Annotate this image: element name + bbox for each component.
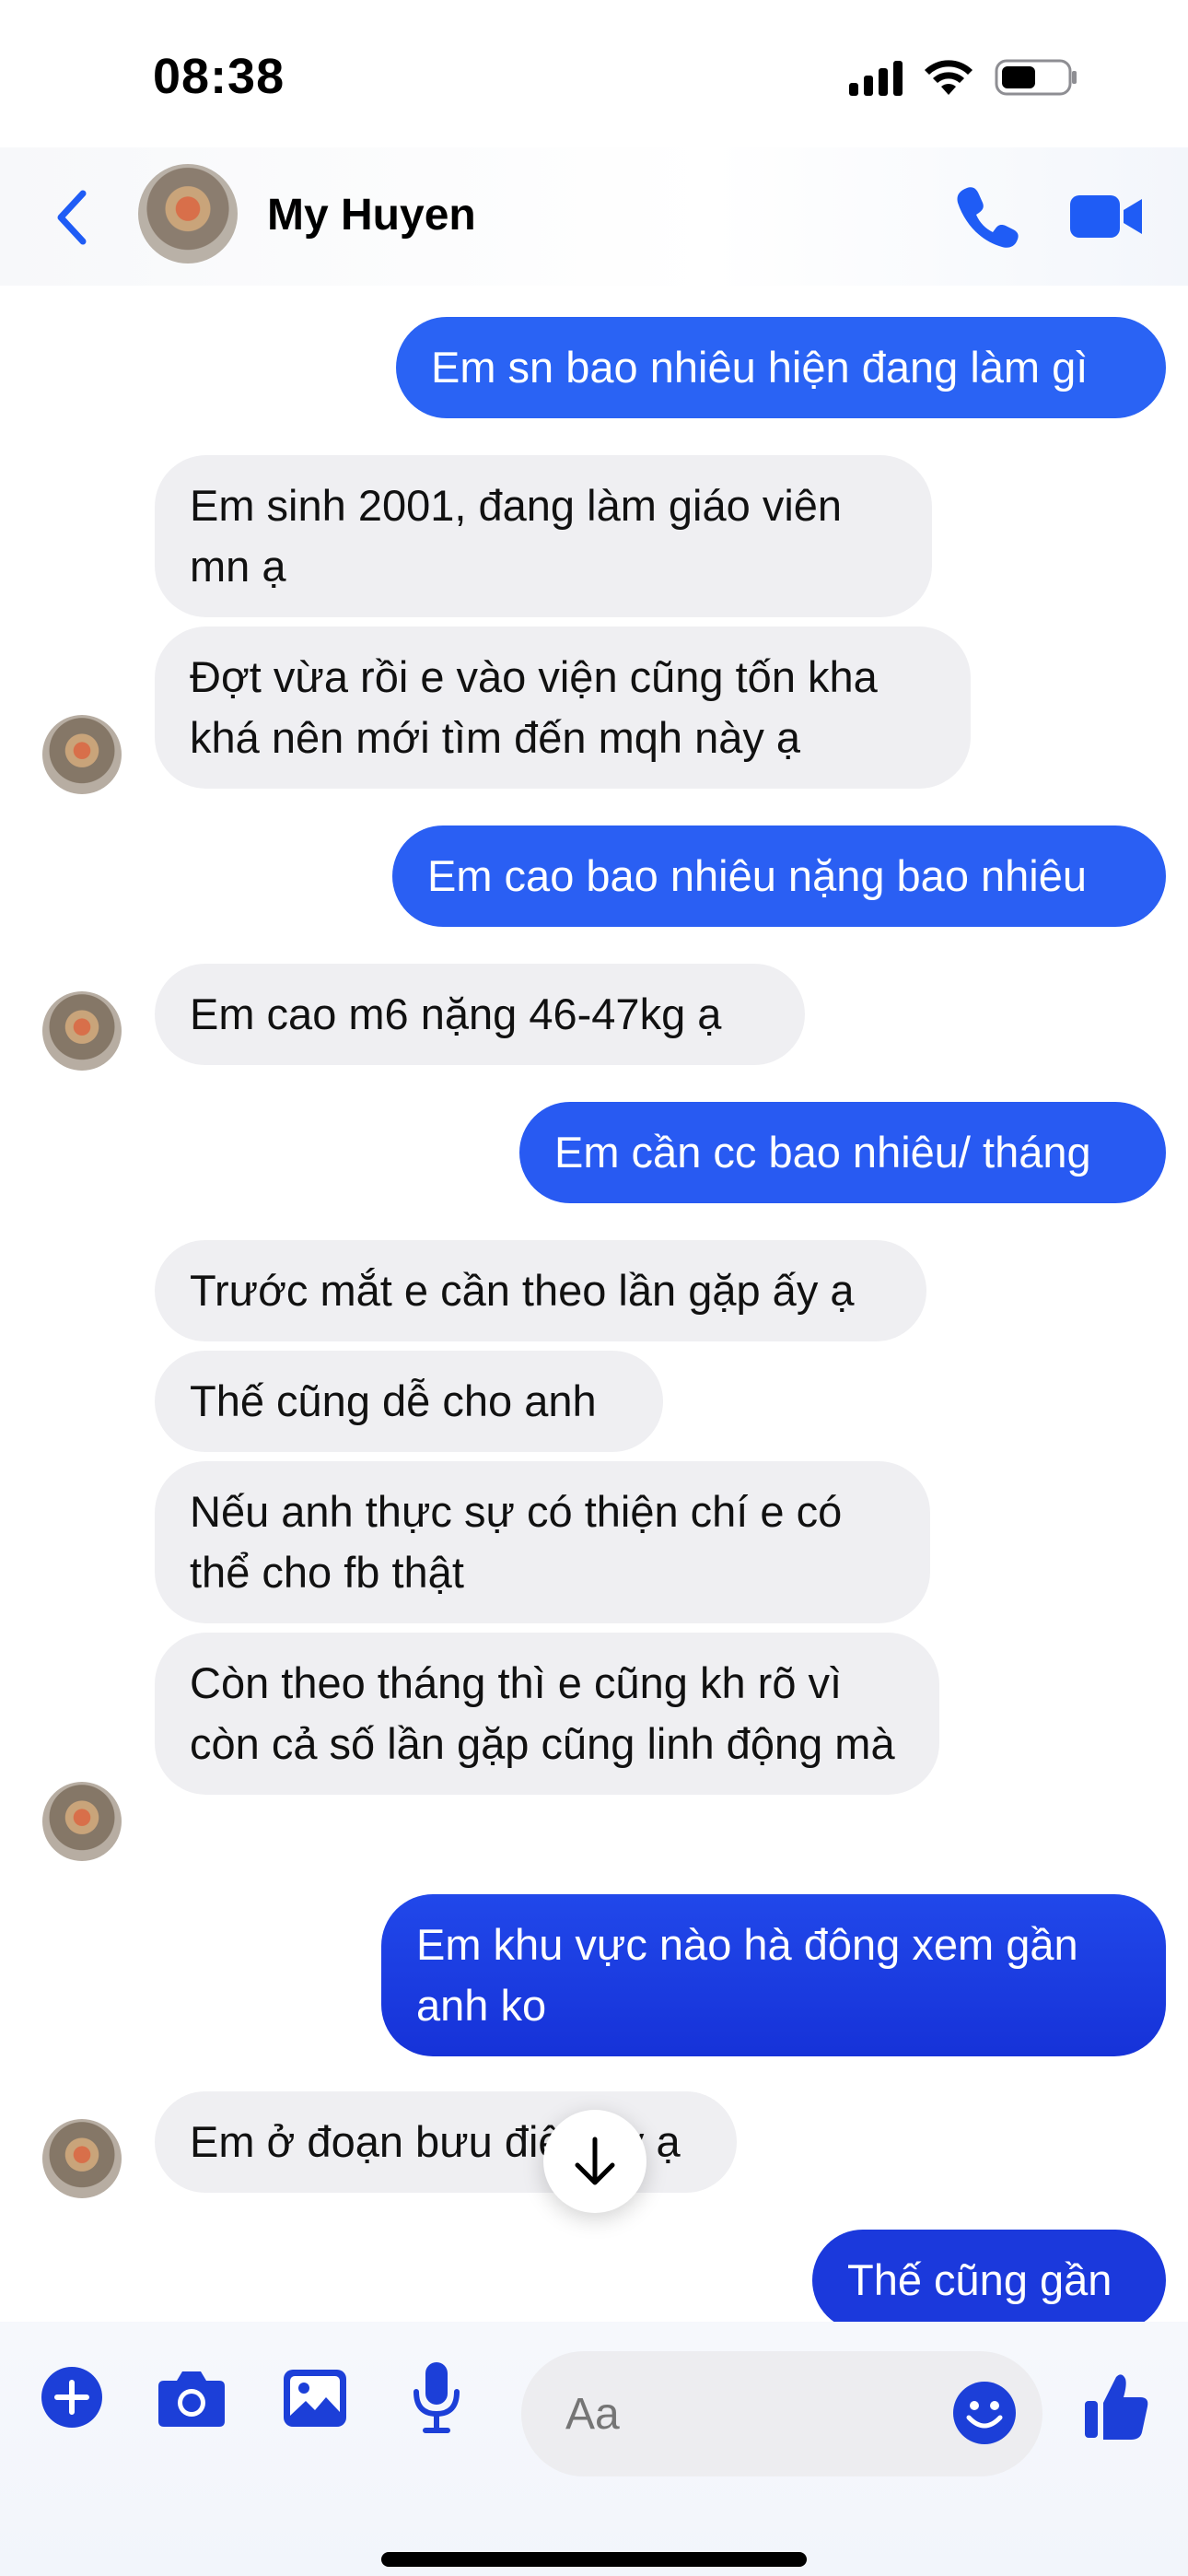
contact-avatar[interactable]	[42, 991, 122, 1071]
phone-icon[interactable]	[954, 182, 1020, 249]
cellular-signal-icon	[849, 59, 903, 96]
message-incoming[interactable]: Nếu anh thực sự có thiện chí e có thể ch…	[155, 1461, 930, 1623]
wifi-icon	[925, 60, 973, 95]
chevron-left-icon	[57, 190, 87, 245]
smiley-icon[interactable]	[952, 2381, 1017, 2445]
microphone-icon[interactable]	[409, 2360, 464, 2434]
video-camera-icon[interactable]	[1068, 186, 1146, 245]
contact-avatar[interactable]	[42, 2119, 122, 2198]
message-incoming[interactable]: Thế cũng dễ cho anh	[155, 1351, 663, 1452]
home-indicator	[381, 2552, 807, 2567]
contact-avatar[interactable]	[138, 164, 238, 263]
message-outgoing[interactable]: Em cần cc bao nhiêu/ tháng	[519, 1102, 1166, 1203]
contact-avatar[interactable]	[42, 715, 122, 794]
message-outgoing[interactable]: Em khu vực nào hà đông xem gần anh ko	[381, 1894, 1166, 2056]
message-incoming[interactable]: Em ở đoạn bưu điện ấy ạ	[155, 2091, 737, 2193]
plus-circle-icon[interactable]	[41, 2366, 103, 2429]
message-incoming[interactable]: Còn theo tháng thì e cũng kh rõ vì còn c…	[155, 1633, 939, 1795]
image-icon[interactable]	[282, 2368, 348, 2429]
camera-icon[interactable]	[157, 2368, 227, 2429]
status-icons	[849, 57, 1079, 98]
status-time: 08:38	[153, 49, 285, 104]
message-composer	[0, 2322, 1188, 2576]
thumbs-up-icon[interactable]	[1083, 2371, 1149, 2441]
message-incoming[interactable]: Trước mắt e cần theo lần gặp ấy ạ	[155, 1240, 926, 1341]
status-bar: 08:38	[0, 0, 1188, 147]
arrow-down-icon	[575, 2137, 615, 2185]
chat-header: My Huyen	[0, 147, 1188, 286]
contact-avatar[interactable]	[42, 1782, 122, 1861]
back-button[interactable]	[44, 181, 99, 254]
message-outgoing[interactable]: Em sn bao nhiêu hiện đang làm gì	[396, 317, 1166, 418]
message-incoming[interactable]: Em sinh 2001, đang làm giáo viên mn ạ	[155, 455, 932, 617]
message-outgoing[interactable]: Em cao bao nhiêu nặng bao nhiêu	[392, 825, 1166, 927]
battery-icon	[995, 59, 1077, 96]
message-incoming[interactable]: Đợt vừa rồi e vào viện cũng tốn kha khá …	[155, 626, 971, 789]
message-incoming[interactable]: Em cao m6 nặng 46-47kg ạ	[155, 964, 805, 1065]
message-outgoing[interactable]: Thế cũng gần	[812, 2230, 1166, 2331]
scroll-to-bottom-button[interactable]	[543, 2110, 646, 2213]
contact-name[interactable]: My Huyen	[267, 190, 476, 240]
